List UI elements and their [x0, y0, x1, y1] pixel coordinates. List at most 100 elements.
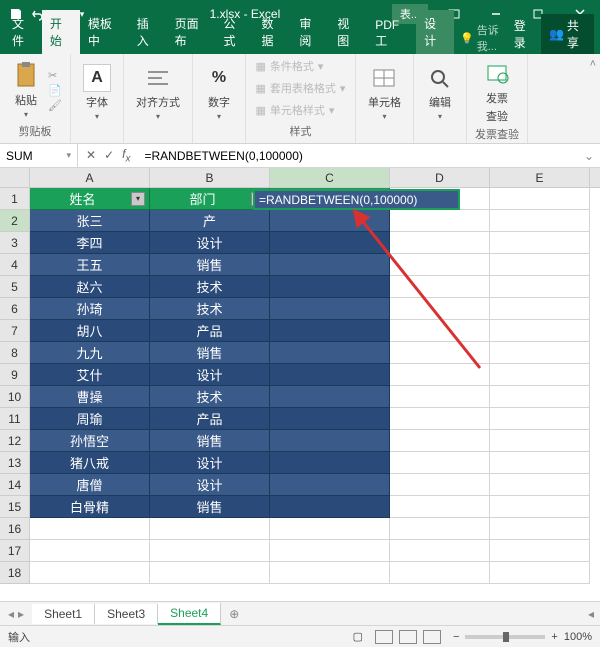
row-header[interactable]: 5	[0, 276, 30, 298]
cell[interactable]	[490, 408, 590, 430]
sheet-tab-2[interactable]: Sheet3	[95, 604, 158, 624]
cell[interactable]	[490, 430, 590, 452]
view-page-break-button[interactable]	[423, 630, 441, 644]
cell[interactable]: 技术	[150, 298, 270, 320]
formula-input[interactable]: =RANDBETWEEN(0,100000)	[138, 149, 577, 163]
cells-dropdown[interactable]: 单元格 ▾	[364, 62, 405, 123]
row-header[interactable]: 8	[0, 342, 30, 364]
cell[interactable]	[270, 430, 390, 452]
cell[interactable]	[150, 540, 270, 562]
view-page-layout-button[interactable]	[399, 630, 417, 644]
cell[interactable]	[270, 254, 390, 276]
col-header-E[interactable]: E	[490, 168, 590, 187]
cell[interactable]: 艾什	[30, 364, 150, 386]
row-header[interactable]: 7	[0, 320, 30, 342]
cell[interactable]	[390, 496, 490, 518]
cell[interactable]	[490, 386, 590, 408]
row-header[interactable]: 9	[0, 364, 30, 386]
row-header[interactable]: 11	[0, 408, 30, 430]
cell[interactable]	[390, 342, 490, 364]
col-header-B[interactable]: B	[150, 168, 270, 187]
tab-template[interactable]: 模板中	[80, 10, 129, 54]
cut-icon[interactable]: ✂	[48, 69, 62, 82]
row-header[interactable]: 17	[0, 540, 30, 562]
cell[interactable]	[270, 540, 390, 562]
cell[interactable]	[490, 496, 590, 518]
cell[interactable]: 部门▾	[150, 188, 270, 210]
cell[interactable]	[490, 210, 590, 232]
cell[interactable]: 姓名▾	[30, 188, 150, 210]
view-normal-button[interactable]	[375, 630, 393, 644]
tell-me-search[interactable]: 💡 告诉我...	[460, 22, 514, 54]
cell[interactable]: 销售	[150, 254, 270, 276]
tab-data[interactable]: 数据	[253, 10, 291, 54]
cell[interactable]: 设计	[150, 452, 270, 474]
col-header-D[interactable]: D	[390, 168, 490, 187]
cell[interactable]	[390, 210, 490, 232]
row-header[interactable]: 2	[0, 210, 30, 232]
copy-icon[interactable]: 📄	[48, 84, 62, 97]
cell[interactable]	[390, 540, 490, 562]
cell[interactable]	[490, 188, 590, 210]
zoom-in-button[interactable]: +	[551, 631, 557, 643]
cell[interactable]	[270, 364, 390, 386]
cell[interactable]: 设计	[150, 364, 270, 386]
cell[interactable]	[30, 540, 150, 562]
share-button[interactable]: 👥 共享	[541, 14, 594, 54]
cell[interactable]: 产品	[150, 320, 270, 342]
cell[interactable]	[390, 298, 490, 320]
filter-dropdown-icon[interactable]: ▾	[131, 192, 145, 206]
tab-home[interactable]: 开始	[42, 10, 80, 54]
cell[interactable]: 赵六	[30, 276, 150, 298]
font-dropdown[interactable]: A 字体 ▾	[79, 62, 115, 123]
select-all-button[interactable]	[0, 168, 30, 187]
cell[interactable]	[270, 298, 390, 320]
tab-design[interactable]: 设计	[416, 10, 454, 54]
cell[interactable]	[390, 518, 490, 540]
row-header[interactable]: 13	[0, 452, 30, 474]
invoice-check-button[interactable]: 发票 查验	[479, 58, 515, 126]
number-dropdown[interactable]: % 数字 ▾	[201, 62, 237, 123]
cell[interactable]	[270, 562, 390, 584]
tab-layout[interactable]: 页面布	[167, 10, 216, 54]
cell[interactable]: 王五	[30, 254, 150, 276]
col-header-A[interactable]: A	[30, 168, 150, 187]
sheet-nav-prev-icon[interactable]: ◂	[8, 607, 14, 621]
cell[interactable]: 产	[150, 210, 270, 232]
table-format-button[interactable]: ▦套用表格格式 ▾	[256, 80, 346, 96]
cell[interactable]: 孙悟空	[30, 430, 150, 452]
tab-pdf[interactable]: PDF工	[367, 13, 416, 54]
cell[interactable]	[490, 232, 590, 254]
tab-file[interactable]: 文件	[4, 10, 42, 54]
cell[interactable]	[270, 474, 390, 496]
cell[interactable]: 胡八	[30, 320, 150, 342]
cell[interactable]	[270, 320, 390, 342]
cell[interactable]: 唐僧	[30, 474, 150, 496]
cell[interactable]: 猪八戒	[30, 452, 150, 474]
cell[interactable]	[390, 232, 490, 254]
cell[interactable]: 技术	[150, 276, 270, 298]
cell[interactable]	[490, 254, 590, 276]
tab-review[interactable]: 审阅	[291, 10, 329, 54]
cell[interactable]	[490, 562, 590, 584]
cell[interactable]: 李四	[30, 232, 150, 254]
cell[interactable]	[270, 342, 390, 364]
row-header[interactable]: 6	[0, 298, 30, 320]
cell[interactable]	[30, 518, 150, 540]
row-header[interactable]: 3	[0, 232, 30, 254]
cell[interactable]	[270, 276, 390, 298]
cell[interactable]	[390, 474, 490, 496]
editing-dropdown[interactable]: 编辑 ▾	[422, 62, 458, 123]
cell[interactable]	[270, 232, 390, 254]
cell[interactable]	[390, 430, 490, 452]
cell[interactable]	[150, 562, 270, 584]
cell[interactable]	[270, 496, 390, 518]
cell[interactable]	[390, 254, 490, 276]
cell[interactable]: 周瑜	[30, 408, 150, 430]
cell[interactable]: 设计	[150, 232, 270, 254]
row-header[interactable]: 14	[0, 474, 30, 496]
cell[interactable]: 张三	[30, 210, 150, 232]
cell[interactable]	[490, 452, 590, 474]
cell[interactable]: 曹操	[30, 386, 150, 408]
paste-button[interactable]: 粘贴 ▾	[8, 60, 44, 121]
